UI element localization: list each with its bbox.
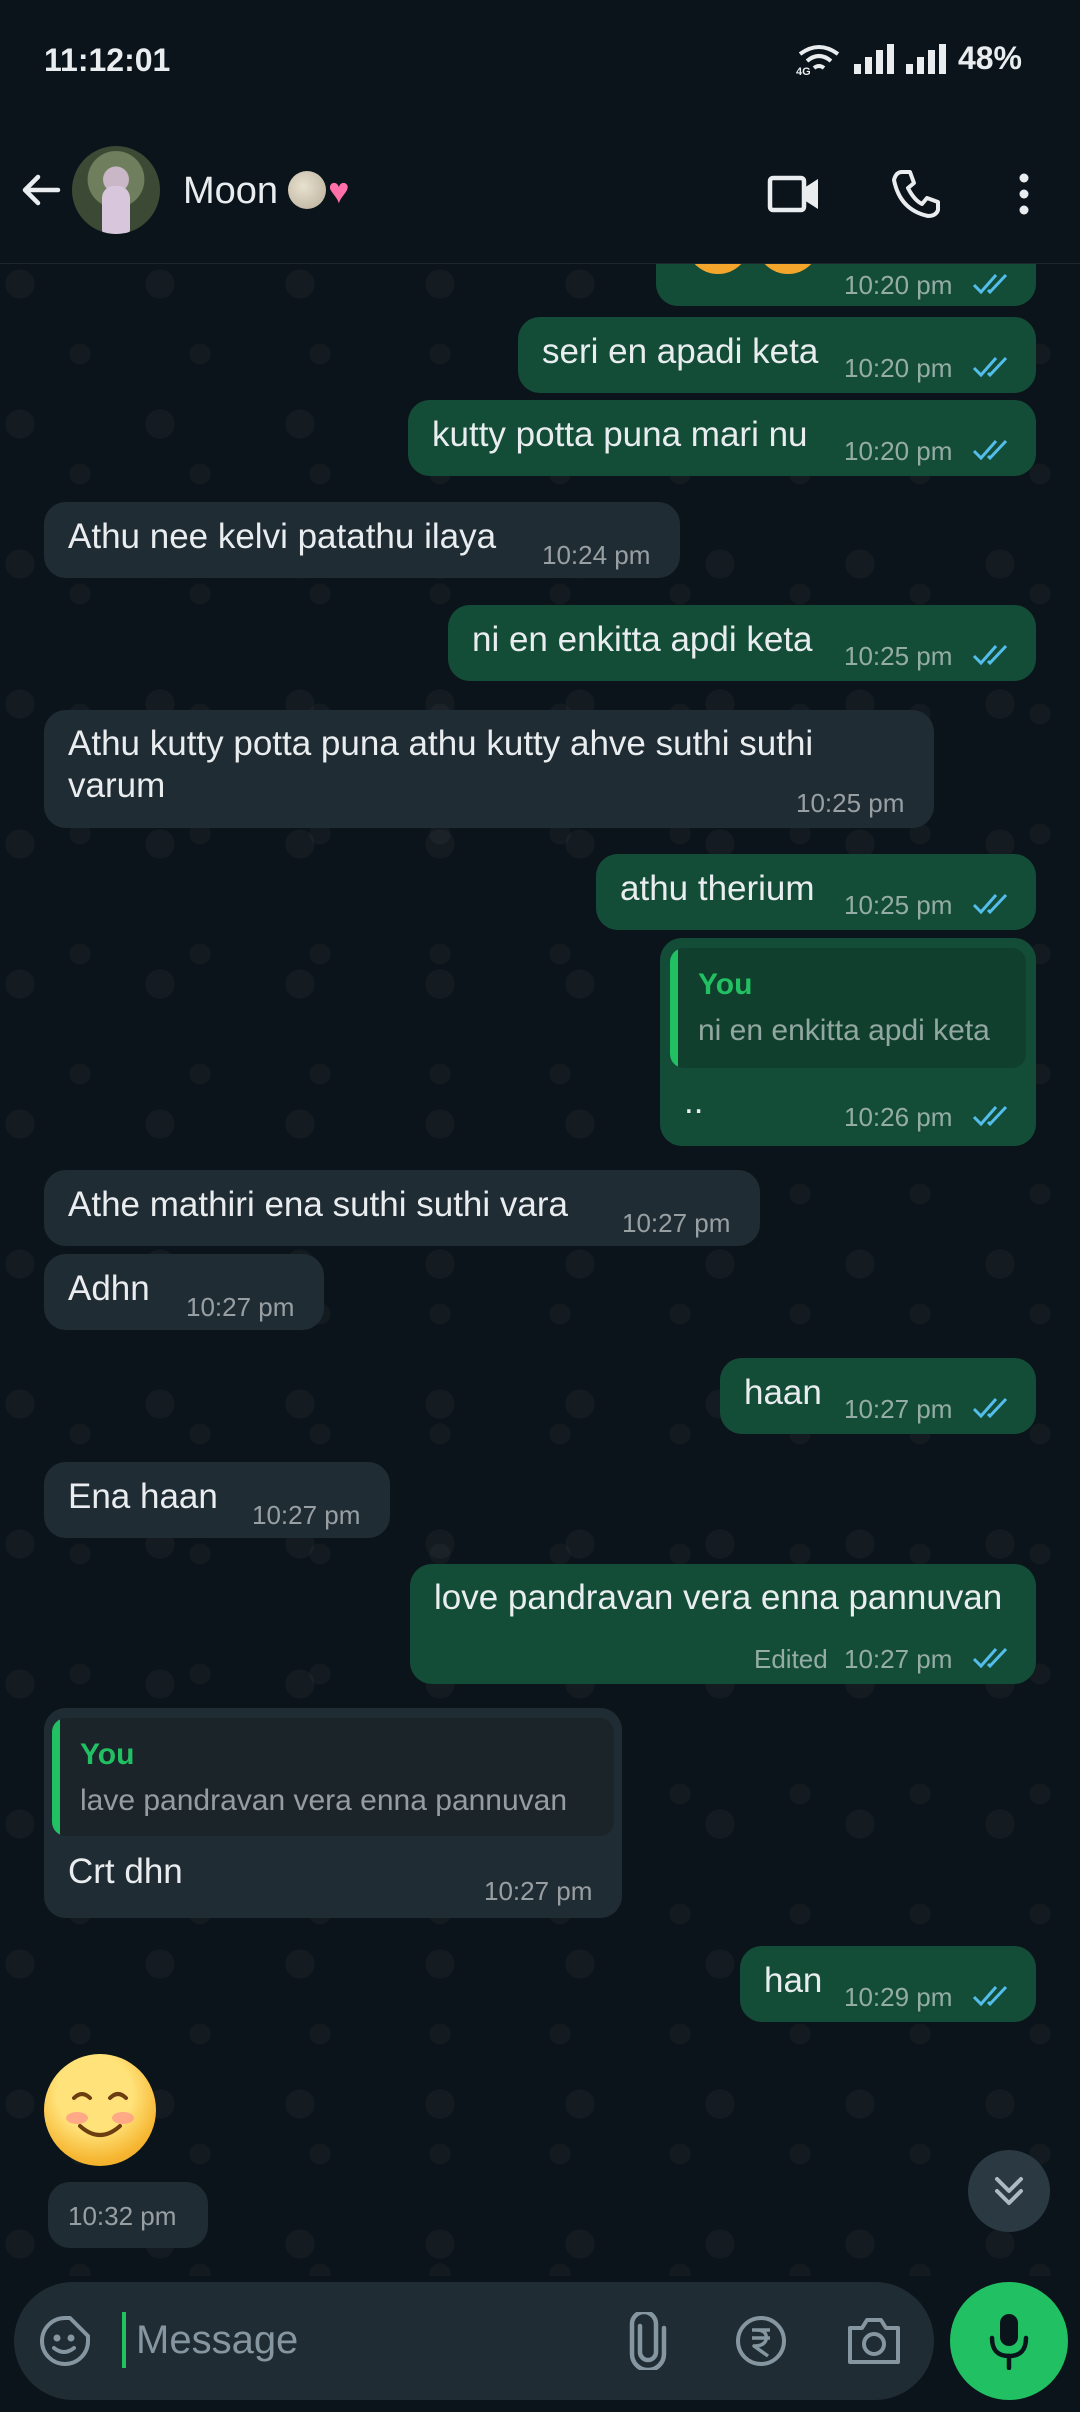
read-receipt-icon [972,273,1008,295]
heart-emoji-icon: ♥ [328,170,350,211]
status-time: 11:12:01 [44,42,171,78]
edited-label: Edited [754,1644,828,1674]
camera-icon[interactable] [844,2314,904,2368]
avatar[interactable] [72,146,160,234]
message-bubble-outgoing[interactable]: 10:20 pm [656,264,1036,306]
payment-rupee-icon[interactable] [734,2314,788,2368]
message-text: kutty potta puna mari nu [432,415,808,454]
voice-message-button[interactable] [950,2282,1068,2400]
message-text: han [764,1961,823,2000]
message-bubble-incoming[interactable]: Athu nee kelvi patathu ilaya 10:24 pm [44,502,680,578]
message-time: 10:27 pm [186,1292,295,1322]
smiling-face-features [72,2092,128,2137]
message-text: Ena haan [68,1477,218,1516]
message-text: seri en apadi keta [542,332,819,371]
chat-header: Moon ♥ [0,130,1080,264]
svg-text:4G: 4G [796,66,811,76]
emoji-icon [686,264,750,274]
scroll-to-bottom-button[interactable] [968,2150,1050,2232]
read-receipt-icon [972,1985,1008,2007]
signal-icon-2 [905,43,946,74]
message-text: haan [744,1373,822,1412]
quote-text: ni en enkitta apdi keta [698,1014,990,1047]
read-receipt-icon [972,439,1008,461]
message-bubble-outgoing[interactable]: haan 10:27 pm [720,1358,1036,1434]
message-time: 10:26 pm [844,1102,953,1132]
status-icons: 4G 48% [796,40,1022,77]
read-receipt-icon [972,1647,1008,1669]
message-bubble-incoming[interactable]: Athu kutty potta puna athu kutty ahve su… [44,710,934,828]
signal-icon [853,43,894,74]
emoji-icon [756,264,820,274]
message-time: 10:32 pm [68,2201,177,2231]
message-text: .. [684,1082,704,1121]
message-time: 10:27 pm [844,1394,953,1424]
message-time: 10:27 pm [622,1208,731,1238]
message-bubble-incoming-reply[interactable]: You lave pandravan vera enna pannuvan Cr… [44,1708,622,1918]
quote-author: You [698,968,753,1001]
message-time: 10:20 pm [844,436,953,466]
message-time: 10:25 pm [796,788,905,818]
message-bubble-outgoing[interactable]: seri en apadi keta 10:20 pm [518,317,1036,393]
message-text: Crt dhn [68,1852,183,1891]
quote-text: lave pandravan vera enna pannuvan [80,1784,568,1817]
quoted-message[interactable]: You lave pandravan vera enna pannuvan [52,1718,614,1836]
message-input[interactable]: Message [136,2318,298,2363]
wifi-icon: 4G [796,44,840,76]
microphone-icon [989,2314,1029,2370]
quote-bar [52,1718,60,1836]
quote-bar [670,948,678,1068]
sticker-icon[interactable] [38,2314,92,2368]
battery-percent: 48% [957,40,1022,76]
contact-name[interactable]: Moon ♥ [183,170,349,213]
message-bubble-outgoing[interactable]: love pandravan vera enna pannuvan Edited… [410,1564,1036,1684]
quote-author: You [80,1738,135,1771]
message-text: ni en enkitta apdi keta [472,620,813,659]
message-text: Athu nee kelvi patathu ilaya [68,517,497,556]
message-bubble-outgoing[interactable]: athu therium 10:25 pm [596,854,1036,930]
read-receipt-icon [972,1105,1008,1127]
message-text: Athe mathiri ena suthi suthi vara [68,1185,568,1224]
message-text: athu therium [620,869,815,908]
message-time: 10:25 pm [844,890,953,920]
read-receipt-icon [972,644,1008,666]
voice-call-icon[interactable] [888,166,944,222]
message-text: love pandravan vera enna pannuvan [434,1578,1003,1617]
message-time: 10:27 pm [844,1644,953,1674]
message-bubble-outgoing-reply[interactable]: You ni en enkitta apdi keta .. 10:26 pm [660,938,1036,1146]
read-receipt-icon [972,1397,1008,1419]
attachment-icon[interactable] [620,2312,676,2370]
message-bubble-incoming[interactable]: Adhn 10:27 pm [44,1254,324,1330]
chat-area[interactable]: 10:20 pm seri en apadi keta 10:20 pm kut… [0,264,1080,2276]
text-cursor [122,2312,126,2368]
message-time: 10:27 pm [484,1876,593,1906]
message-time: 10:20 pm [844,270,953,300]
quoted-message[interactable]: You ni en enkitta apdi keta [670,948,1026,1068]
message-text-line2: varum [68,766,166,805]
status-bar: 11:12:01 4G 48% [0,0,1080,130]
message-composer[interactable]: Message [14,2282,934,2400]
double-chevron-down-icon [995,2177,1023,2205]
message-time: 10:29 pm [844,1982,953,2012]
message-text-line1: Athu kutty potta puna athu kutty ahve su… [68,724,814,763]
message-bubble-outgoing[interactable]: han 10:29 pm [740,1946,1036,2022]
message-text: Adhn [68,1269,150,1308]
back-arrow-icon[interactable] [18,166,66,214]
contact-name-text: Moon [183,170,279,212]
message-time: 10:25 pm [844,641,953,671]
read-receipt-icon [972,356,1008,378]
message-bubble-outgoing[interactable]: ni en enkitta apdi keta 10:25 pm [448,605,1036,681]
message-bubble-incoming[interactable]: Ena haan 10:27 pm [44,1462,390,1538]
emoji-message-time-pill: 10:32 pm [48,2182,208,2248]
message-bubble-incoming[interactable]: Athe mathiri ena suthi suthi vara 10:27 … [44,1170,760,1246]
message-time: 10:27 pm [252,1500,361,1530]
video-call-icon[interactable] [766,166,822,222]
moon-emoji-icon [288,171,327,209]
message-time: 10:20 pm [844,353,953,383]
smiling-face-emoji-icon[interactable] [44,2054,156,2166]
read-receipt-icon [972,893,1008,915]
message-time: 10:24 pm [542,540,651,570]
message-bubble-outgoing[interactable]: kutty potta puna mari nu 10:20 pm [408,400,1036,476]
more-options-icon[interactable] [1000,166,1048,222]
